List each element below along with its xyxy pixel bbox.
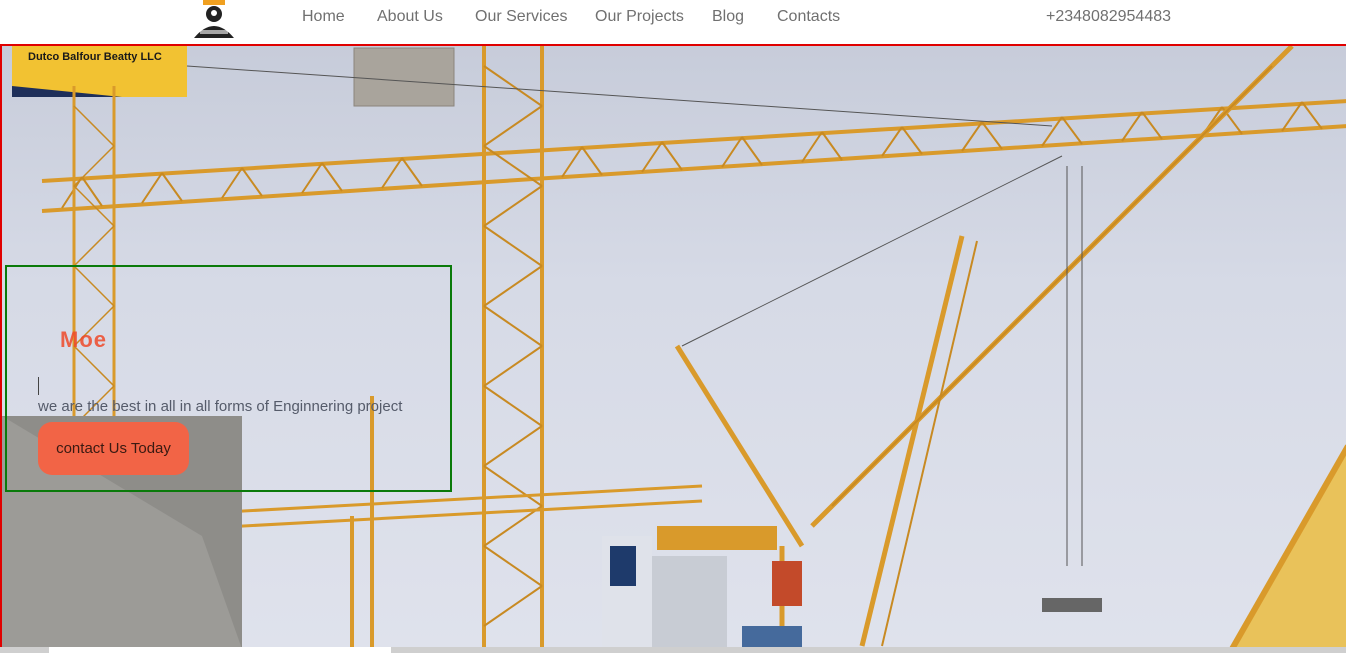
scrollbar-thumb[interactable] <box>49 647 391 653</box>
nav-blog[interactable]: Blog <box>712 8 744 26</box>
text-caret <box>38 377 39 395</box>
billboard-text: Dutco Balfour Beatty LLC <box>28 51 162 63</box>
logo-icon <box>194 0 234 38</box>
hero-section: Dutco Balfour Beatty LLC Moe we are the … <box>0 44 1346 647</box>
phone-number[interactable]: +2348082954483 <box>1046 8 1171 26</box>
nav-our-projects[interactable]: Our Projects <box>595 8 684 26</box>
nav-about-us[interactable]: About Us <box>377 8 443 26</box>
hero-heading: Moe <box>60 327 107 352</box>
nav-our-services[interactable]: Our Services <box>475 8 567 26</box>
nav-home[interactable]: Home <box>302 8 345 26</box>
logo[interactable] <box>190 0 238 40</box>
site-header: Home About Us Our Services Our Projects … <box>0 0 1346 44</box>
hero-tagline: we are the best in all in all forms of E… <box>38 398 403 415</box>
billboard: Dutco Balfour Beatty LLC <box>12 46 187 97</box>
contact-us-button[interactable]: contact Us Today <box>38 422 189 475</box>
nav-contacts[interactable]: Contacts <box>777 8 840 26</box>
